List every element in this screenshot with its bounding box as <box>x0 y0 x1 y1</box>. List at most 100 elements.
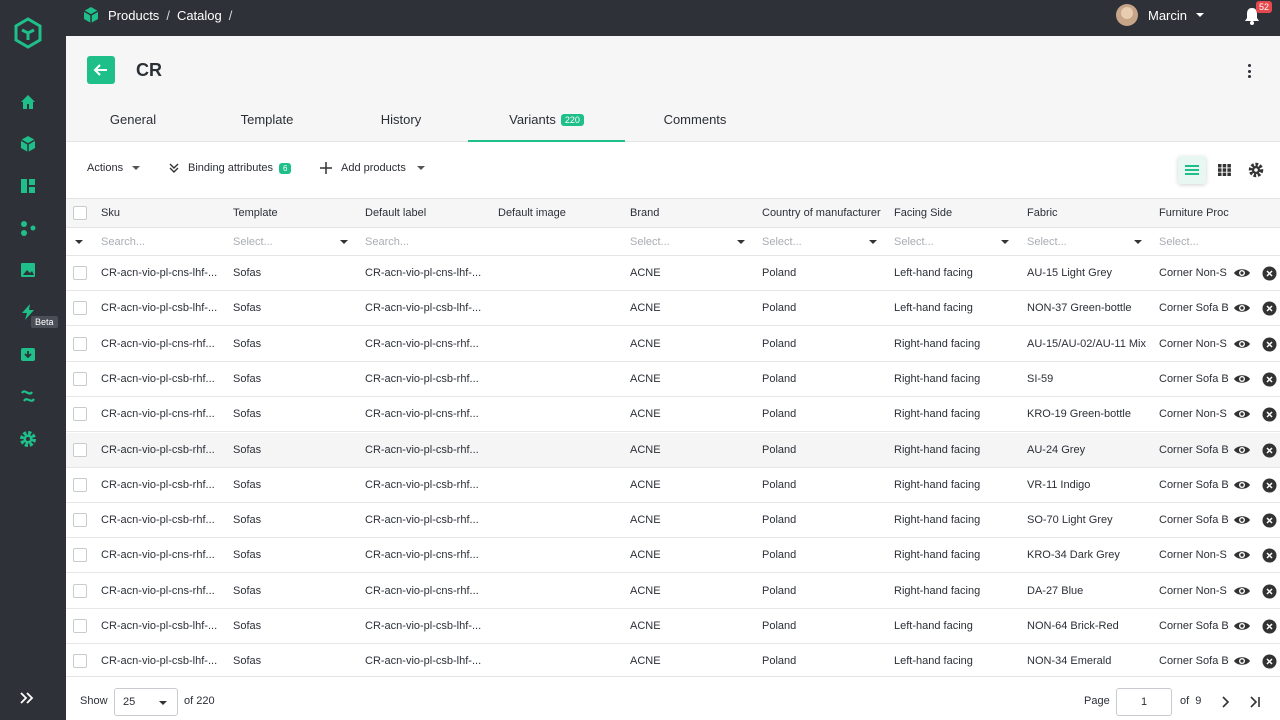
tab-general[interactable]: General <box>66 100 200 142</box>
default-label-cell: CR-acn-vio-pl-cns-rhf... <box>365 337 479 350</box>
row-checkbox[interactable] <box>73 513 87 528</box>
row-checkbox[interactable] <box>73 583 87 598</box>
user-menu[interactable]: Marcin <box>1116 0 1205 30</box>
table-row[interactable]: CR-acn-vio-pl-cns-lhf-... Sofas CR-acn-vio… <box>66 256 1280 291</box>
table-row[interactable]: CR-acn-vio-pl-csb-rhf... Sofas CR-acn-vio-… <box>66 432 1280 468</box>
row-checkbox[interactable] <box>73 336 87 351</box>
row-checkbox[interactable] <box>73 301 87 316</box>
breadcrumb-catalog[interactable]: Catalog <box>177 8 222 23</box>
grid-view-button[interactable] <box>1210 156 1238 184</box>
row-checkbox[interactable] <box>73 477 87 492</box>
eye-icon[interactable] <box>1233 477 1251 493</box>
tab-variants[interactable]: Variants 220 <box>468 100 625 142</box>
logo-icon[interactable] <box>13 17 43 49</box>
column-header-furniture[interactable]: Furniture Proc <box>1159 199 1229 227</box>
chevron-down-icon[interactable] <box>75 240 83 244</box>
column-header-country[interactable]: Country of manufacturer <box>762 199 890 227</box>
grid-settings-button[interactable] <box>1242 156 1270 184</box>
row-checkbox[interactable] <box>73 619 87 633</box>
remove-icon[interactable] <box>1262 443 1277 458</box>
column-header-facing-side[interactable]: Facing Side <box>894 199 952 227</box>
breadcrumb-products[interactable]: Products <box>108 8 159 23</box>
import-icon[interactable] <box>17 343 39 365</box>
back-button[interactable] <box>87 56 115 84</box>
template-filter-select[interactable]: Select... <box>233 228 273 255</box>
eye-icon[interactable] <box>1233 583 1251 599</box>
page-input[interactable]: 1 <box>1116 688 1172 716</box>
template-cell: Sofas <box>233 443 262 456</box>
remove-icon[interactable] <box>1262 478 1277 493</box>
image-icon[interactable] <box>17 259 39 281</box>
row-checkbox[interactable] <box>73 548 87 563</box>
table-row[interactable]: CR-acn-vio-pl-csb-rhf... Sofas CR-acn-vio-… <box>66 362 1280 397</box>
remove-icon[interactable] <box>1262 407 1277 422</box>
column-header-brand[interactable]: Brand <box>630 199 659 227</box>
expand-icon[interactable] <box>18 690 36 706</box>
integration-icon[interactable] <box>17 385 39 407</box>
remove-icon[interactable] <box>1262 619 1277 634</box>
row-checkbox[interactable] <box>73 442 87 457</box>
remove-icon[interactable] <box>1262 513 1277 528</box>
remove-icon[interactable] <box>1262 301 1277 316</box>
eye-icon[interactable] <box>1233 547 1251 563</box>
eye-icon[interactable] <box>1233 653 1251 669</box>
remove-icon[interactable] <box>1262 266 1277 281</box>
sku-filter-input[interactable]: Search... <box>101 228 145 255</box>
binding-attributes-button[interactable]: Binding attributes 6 <box>168 162 292 174</box>
eye-icon[interactable] <box>1233 406 1251 422</box>
dashboard-icon[interactable] <box>17 175 39 197</box>
column-header-template[interactable]: Template <box>233 199 278 227</box>
cube-icon[interactable] <box>17 133 39 155</box>
row-checkbox[interactable] <box>73 266 87 280</box>
tab-comments[interactable]: Comments <box>625 100 765 142</box>
tab-history[interactable]: History <box>334 100 468 142</box>
list-view-button[interactable] <box>1178 156 1206 184</box>
table-row[interactable]: CR-acn-vio-pl-csb-lhf-... Sofas CR-acn-vio… <box>66 609 1280 644</box>
row-checkbox[interactable] <box>73 654 87 669</box>
page-size-select[interactable]: 25 <box>114 688 178 716</box>
table-row[interactable]: CR-acn-vio-pl-cns-rhf... Sofas CR-acn-vio-… <box>66 574 1280 609</box>
furniture-filter-select[interactable]: Select... <box>1159 228 1199 255</box>
label-filter-input[interactable]: Search... <box>365 228 409 255</box>
add-products-button[interactable]: Add products <box>320 162 425 174</box>
next-page-icon[interactable] <box>1218 695 1232 709</box>
table-row[interactable]: CR-acn-vio-pl-csb-lhf-... Sofas CR-acn-vio… <box>66 644 1280 676</box>
select-all-checkbox[interactable] <box>73 206 87 220</box>
table-row[interactable]: CR-acn-vio-pl-csb-rhf... Sofas CR-acn-vio-… <box>66 503 1280 539</box>
eye-icon[interactable] <box>1233 618 1251 634</box>
remove-icon[interactable] <box>1262 654 1277 669</box>
remove-icon[interactable] <box>1262 337 1277 352</box>
grid-header-row: Sku Template Default label Default image… <box>66 198 1280 228</box>
row-checkbox[interactable] <box>73 407 87 422</box>
facing-side-filter-select[interactable]: Select... <box>894 228 934 255</box>
kebab-icon[interactable] <box>1242 62 1256 80</box>
eye-icon[interactable] <box>1233 265 1251 281</box>
home-icon[interactable] <box>17 91 39 113</box>
remove-icon[interactable] <box>1262 548 1277 563</box>
eye-icon[interactable] <box>1233 512 1251 528</box>
eye-icon[interactable] <box>1233 371 1251 387</box>
column-header-sku[interactable]: Sku <box>101 199 120 227</box>
column-header-fabric[interactable]: Fabric <box>1027 199 1058 227</box>
table-row[interactable]: CR-acn-vio-pl-csb-rhf... Sofas CR-acn-vio-… <box>66 468 1280 503</box>
tab-template[interactable]: Template <box>200 100 334 142</box>
eye-icon[interactable] <box>1233 442 1251 458</box>
eye-icon[interactable] <box>1233 300 1251 316</box>
table-row[interactable]: CR-acn-vio-pl-cns-rhf... Sofas CR-acn-vio-… <box>66 538 1280 574</box>
remove-icon[interactable] <box>1262 372 1277 387</box>
brand-filter-select[interactable]: Select... <box>630 228 670 255</box>
table-row[interactable]: CR-acn-vio-pl-csb-lhf-... Sofas CR-acn-vio… <box>66 291 1280 327</box>
row-checkbox[interactable] <box>73 371 87 386</box>
last-page-icon[interactable] <box>1248 695 1262 709</box>
gear-icon[interactable] <box>17 428 39 450</box>
remove-icon[interactable] <box>1262 584 1277 599</box>
fabric-filter-select[interactable]: Select... <box>1027 228 1067 255</box>
table-row[interactable]: CR-acn-vio-pl-cns-rhf... Sofas CR-acn-vio-… <box>66 327 1280 362</box>
table-row[interactable]: CR-acn-vio-pl-cns-rhf... Sofas CR-acn-vio-… <box>66 397 1280 433</box>
column-header-default-label[interactable]: Default label <box>365 199 426 227</box>
eye-icon[interactable] <box>1233 336 1251 352</box>
country-filter-select[interactable]: Select... <box>762 228 802 255</box>
workflow-icon[interactable] <box>17 217 39 239</box>
actions-button[interactable]: Actions <box>87 162 141 174</box>
column-header-default-image[interactable]: Default image <box>498 199 566 227</box>
